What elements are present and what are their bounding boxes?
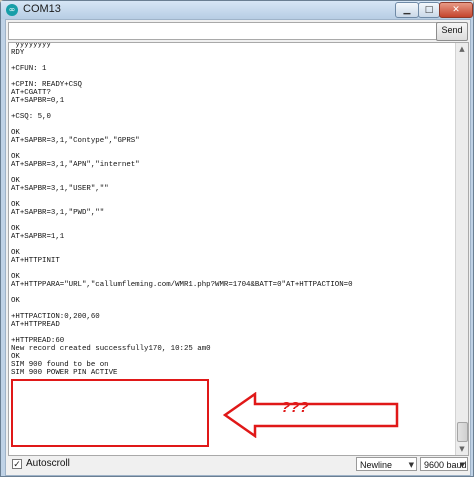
window-title: COM13 <box>23 3 61 15</box>
highlight-box <box>11 379 209 447</box>
serial-input[interactable] <box>9 23 435 39</box>
serial-monitor-window: ∞ COM13 ▁ □ ✕ Send ÿÿÿÿÿÿÿÿ RDY +CFUN: 1… <box>0 0 474 477</box>
output-text: ÿÿÿÿÿÿÿÿ RDY +CFUN: 1 +CPIN: READY+CSQ A… <box>11 42 353 377</box>
scroll-down-arrow-icon[interactable]: ▼ <box>456 443 468 455</box>
baud-rate-select[interactable]: 9600 baud ▼ <box>420 457 468 471</box>
send-button[interactable]: Send <box>436 22 468 41</box>
annotation-label: ??? <box>281 399 309 416</box>
scroll-thumb[interactable] <box>457 422 468 442</box>
left-arrow-icon <box>222 391 399 439</box>
minimize-icon: ▁ <box>403 5 411 15</box>
line-ending-select[interactable]: Newline ▼ <box>356 457 417 471</box>
serial-output[interactable]: ÿÿÿÿÿÿÿÿ RDY +CFUN: 1 +CPIN: READY+CSQ A… <box>8 42 469 456</box>
arduino-icon: ∞ <box>6 4 18 16</box>
title-bar[interactable]: ∞ COM13 ▁ □ ✕ <box>1 1 473 19</box>
autoscroll-checkbox[interactable]: ✓ <box>12 459 22 470</box>
chevron-down-icon: ▼ <box>459 461 465 469</box>
status-bar: ✓ Autoscroll Newline ▼ 9600 baud ▼ <box>8 457 468 473</box>
maximize-button[interactable]: □ <box>418 2 440 18</box>
monitor-body: Send ÿÿÿÿÿÿÿÿ RDY +CFUN: 1 +CPIN: READY+… <box>5 19 471 476</box>
minimize-button[interactable]: ▁ <box>395 2 419 18</box>
autoscroll-label: Autoscroll <box>26 458 70 469</box>
close-icon: ✕ <box>452 5 460 15</box>
maximize-icon: □ <box>424 5 434 15</box>
input-row: Send <box>8 22 468 41</box>
annotation-arrow: ??? <box>222 391 399 439</box>
line-ending-value: Newline <box>360 460 393 470</box>
scroll-up-arrow-icon[interactable]: ▲ <box>456 43 468 55</box>
close-button[interactable]: ✕ <box>439 2 473 18</box>
vertical-scrollbar[interactable]: ▲ ▼ <box>455 43 468 455</box>
chevron-down-icon: ▼ <box>408 461 414 469</box>
